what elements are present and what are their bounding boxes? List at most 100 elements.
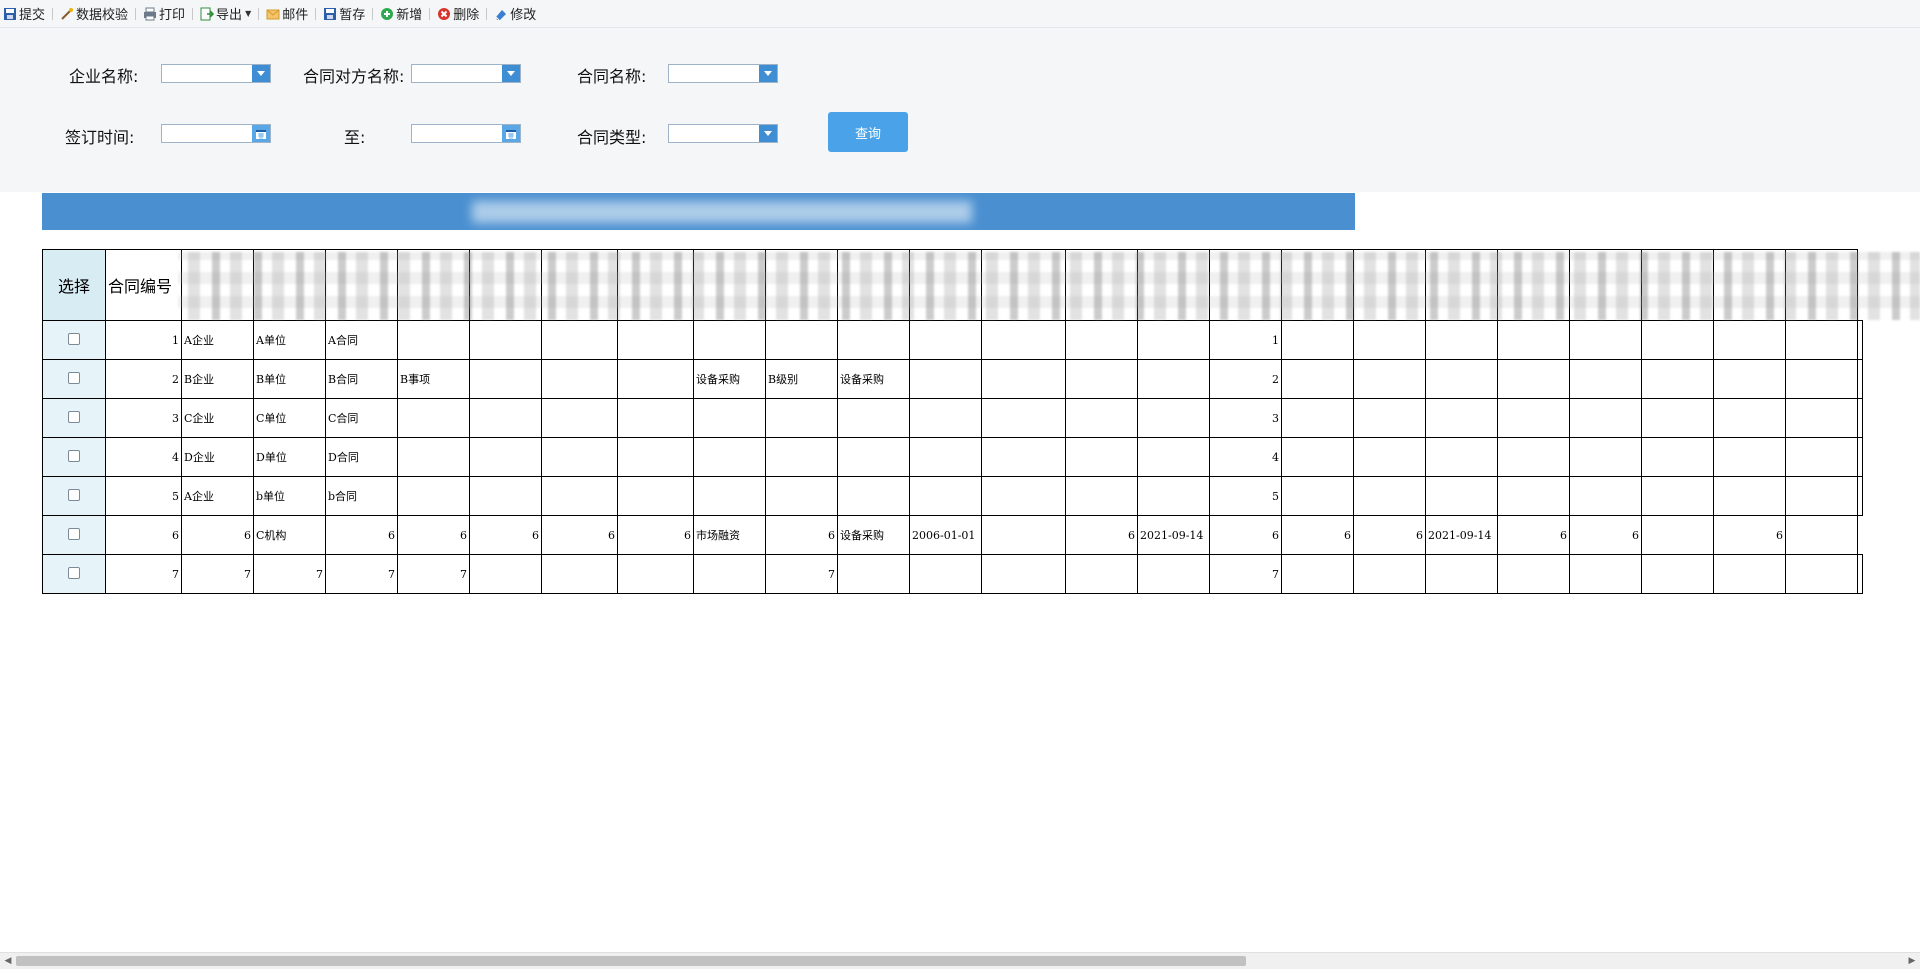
table-cell: A合同 [325,320,398,360]
sign-date-start-input[interactable] [161,124,271,143]
table-cell [1641,437,1714,477]
toolbar-divider [192,7,194,20]
redaction-blur [472,201,972,223]
calendar-icon[interactable] [252,125,270,142]
row-checkbox[interactable] [68,488,80,501]
table-cell: D单位 [253,437,326,477]
table-cell: A企业 [181,476,254,516]
table-row[interactable]: 7777777 [42,554,1863,594]
table-cell [693,554,766,594]
table-row[interactable]: 6 6 C机构 6 6 6 6 6 市场融资 6 设备采购 2006-01-01 6 2021-09-14… [42,515,1863,555]
row-select-cell [42,515,106,555]
table-cell [1425,398,1498,438]
toolbar-divider [135,7,137,20]
magic-wand-icon [60,7,74,21]
table-cell [1857,398,1863,438]
row-checkbox[interactable] [68,371,80,384]
horizontal-scrollbar[interactable]: ◀ ▶ [0,952,1920,969]
redaction-blur [178,252,1920,320]
counterparty-select[interactable] [411,64,521,83]
row-checkbox[interactable] [68,410,80,423]
table-cell [1857,554,1863,594]
add-button[interactable]: 新增 [377,0,425,27]
chevron-down-icon[interactable] [759,125,777,142]
table-cell [837,554,910,594]
calendar-icon[interactable] [502,125,520,142]
table-cell [909,398,982,438]
table-cell: 6 [541,515,618,555]
table-cell: 6 [1497,515,1570,555]
table-cell [1785,398,1858,438]
export-icon [200,7,215,21]
table-cell [617,437,694,477]
table-cell: 3 [105,398,182,438]
table-cell [1353,476,1426,516]
table-cell [1713,437,1786,477]
company-select[interactable] [161,64,271,83]
table-cell [1785,515,1858,555]
table-row[interactable]: 3 C企业 C单位 C合同 3 [42,398,1863,438]
table-row[interactable]: 1 A企业 A单位 A合同 1 [42,320,1863,360]
row-checkbox[interactable] [68,566,80,579]
chevron-down-icon[interactable] [252,65,270,82]
sign-date-end-input[interactable] [411,124,521,143]
validate-button[interactable]: 数据校验 [57,0,131,27]
row-checkbox[interactable] [68,527,80,540]
table-row[interactable]: 4 D企业 D单位 D合同 4 [42,437,1863,477]
chevron-down-icon[interactable] [502,65,520,82]
table-row[interactable]: 2 B企业 B单位 B合同 B事项 设备采购 B级别 设备采购 2 [42,359,1863,399]
table-cell: 6 [1569,515,1642,555]
table-cell [397,320,470,360]
table-cell: 1 [1209,320,1282,360]
row-select-cell [42,476,106,516]
row-checkbox[interactable] [68,332,80,345]
table-cell: 7 [1209,554,1282,594]
save-draft-button[interactable]: 暂存 [320,0,368,27]
table-cell: 市场融资 [693,515,766,555]
submit-button[interactable]: 提交 [0,0,48,27]
table-cell [837,320,910,360]
toolbar-divider [315,7,317,20]
table-cell [837,437,910,477]
table-cell [617,320,694,360]
table-cell [1713,554,1786,594]
table-cell [469,437,542,477]
table-cell [1065,320,1138,360]
table-cell [1353,554,1426,594]
table-cell [617,554,694,594]
table-cell [909,320,982,360]
mail-button[interactable]: 邮件 [263,0,311,27]
table-cell: B事项 [397,359,470,399]
edit-button[interactable]: 修改 [491,0,539,27]
query-button[interactable]: 查询 [828,112,908,152]
table-cell: A企业 [181,320,254,360]
save-draft-label: 暂存 [339,8,366,23]
table-cell [693,437,766,477]
export-dropdown[interactable]: 导出 ▼ [197,0,254,27]
table-cell: 6 [1209,515,1282,555]
table-cell: 设备采购 [837,359,910,399]
table-row[interactable]: 5 A企业 b单位 b合同 5 [42,476,1863,516]
contract-type-select[interactable] [668,124,778,143]
scroll-left-icon[interactable]: ◀ [2,955,14,967]
delete-button[interactable]: 删除 [434,0,482,27]
chevron-down-icon[interactable] [759,65,777,82]
table-cell [1137,359,1210,399]
table-cell [541,359,618,399]
table-cell [1425,320,1498,360]
print-button[interactable]: 打印 [140,0,188,27]
row-checkbox[interactable] [68,449,80,462]
contract-name-select[interactable] [668,64,778,83]
table-cell [1713,359,1786,399]
table-cell: 4 [105,437,182,477]
table-cell: B合同 [325,359,398,399]
table-cell [1137,398,1210,438]
table-cell [981,476,1066,516]
scrollbar-thumb[interactable] [16,956,1246,966]
table-cell: 7 [181,554,254,594]
table-cell: 设备采购 [837,515,910,555]
edit-label: 修改 [510,8,537,23]
table-cell: B单位 [253,359,326,399]
table-cell: C机构 [253,515,326,555]
scroll-right-icon[interactable]: ▶ [1906,955,1918,967]
